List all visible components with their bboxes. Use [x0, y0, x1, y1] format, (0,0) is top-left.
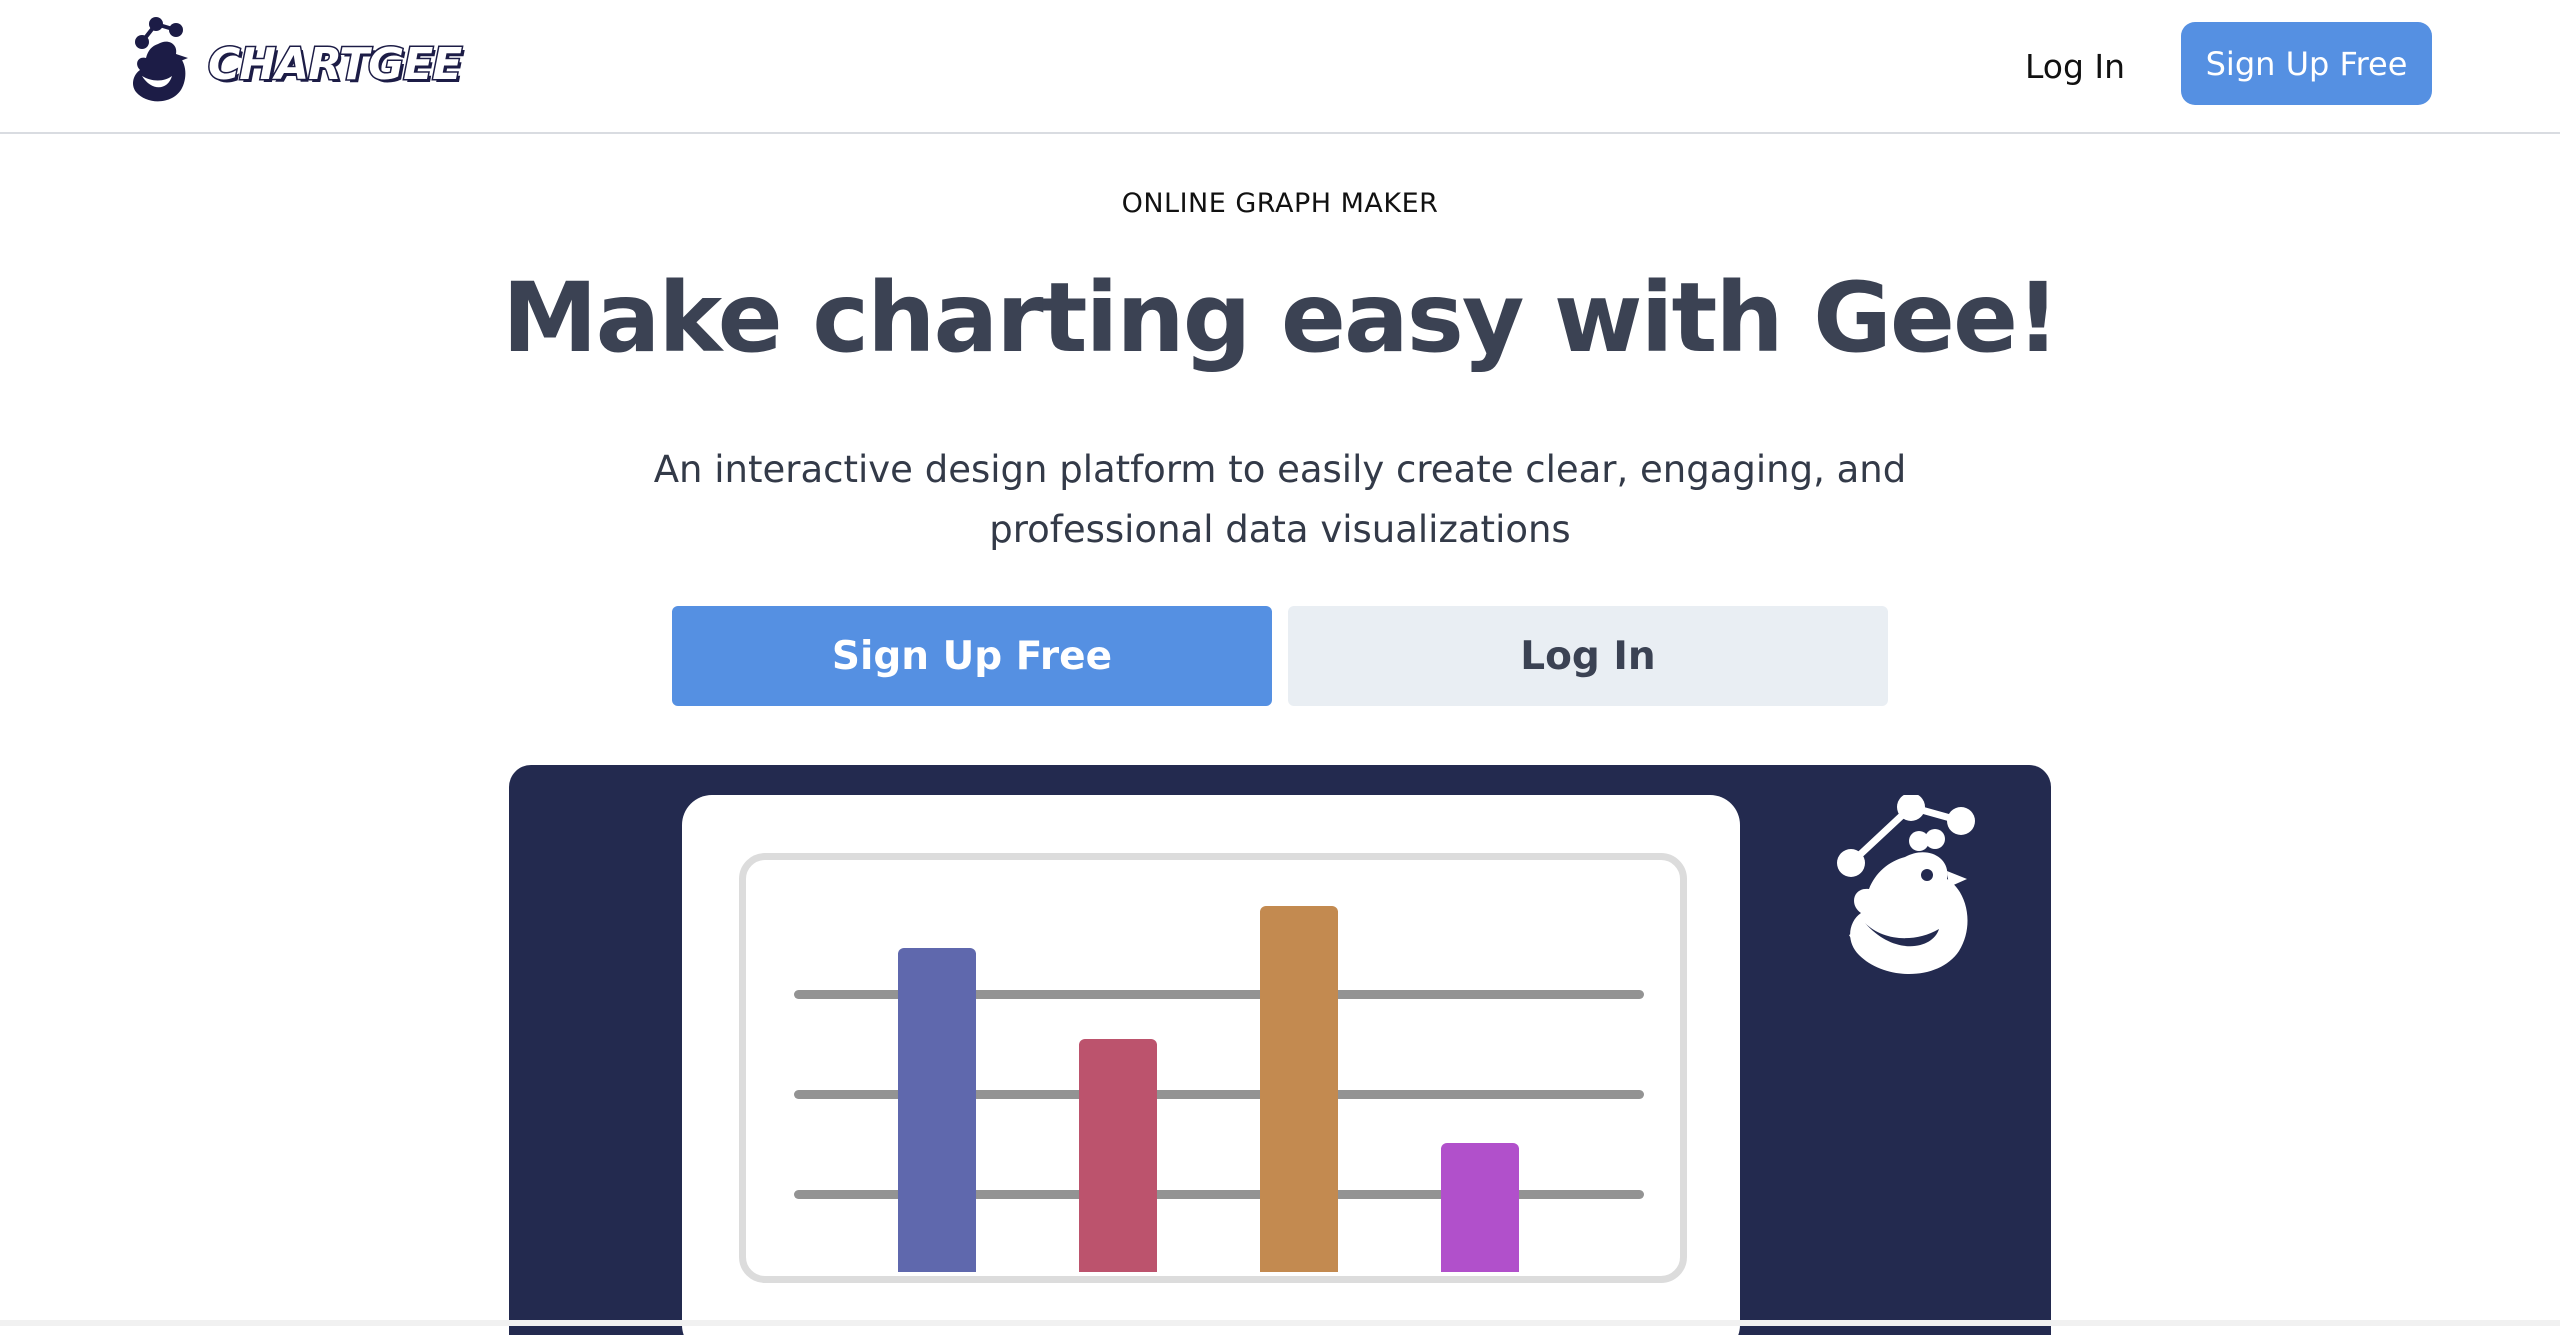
- hero-headline: Make charting easy with Gee!: [502, 262, 2060, 374]
- hero-eyebrow: ONLINE GRAPH MAKER: [1121, 188, 1439, 219]
- hero-description: An interactive design platform to easily…: [653, 448, 1907, 551]
- header-login-link[interactable]: Log In: [2010, 38, 2140, 94]
- hero-login-button[interactable]: Log In: [1288, 606, 1888, 706]
- page-bottom-edge: [0, 1320, 2560, 1326]
- illustration-bar: [1079, 1039, 1157, 1272]
- chicken-mascot-icon: [1837, 795, 1975, 975]
- chicken-logo-icon: [133, 17, 188, 102]
- logo-wordmark: CHARTGEE: [206, 37, 463, 91]
- illustration-bar: [1260, 906, 1338, 1272]
- illustration-bar: [1441, 1143, 1519, 1272]
- illustration-bar: [898, 948, 976, 1272]
- illustration-bar-chart: [739, 853, 1687, 1283]
- chartgee-logo[interactable]: CHARTGEE: [128, 16, 464, 112]
- hero-illustration: [509, 765, 2051, 1335]
- hero-signup-button[interactable]: Sign Up Free: [672, 606, 1272, 706]
- header-signup-button[interactable]: Sign Up Free: [2181, 22, 2432, 105]
- top-navigation-bar: CHARTGEE Log In Sign Up Free: [0, 0, 2560, 134]
